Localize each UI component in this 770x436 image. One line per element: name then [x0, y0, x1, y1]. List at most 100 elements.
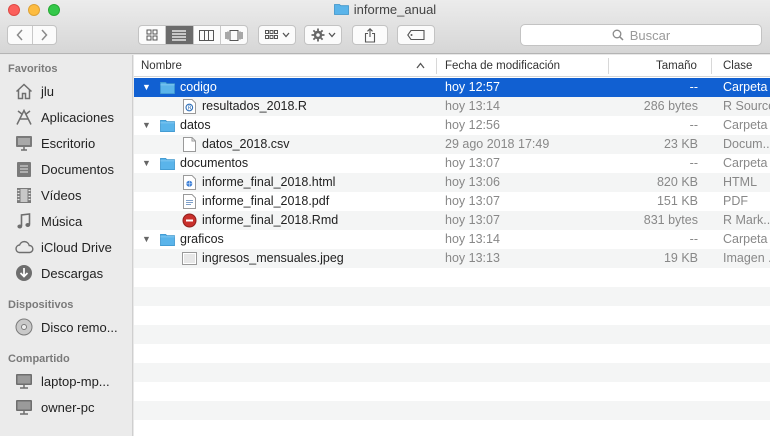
sort-ascending-icon [416, 62, 425, 69]
column-header-name[interactable]: Nombre [141, 55, 182, 77]
list-view-button[interactable] [165, 26, 193, 44]
image-file-icon [182, 249, 198, 268]
sidebar-item-label: Escritorio [41, 135, 96, 151]
tag-icon [407, 30, 425, 40]
arrange-button[interactable] [258, 25, 296, 45]
file-kind: R Source [723, 99, 770, 113]
sidebar-item-movies[interactable]: Vídeos [14, 184, 132, 206]
file-size: 23 KB [663, 137, 698, 151]
file-row[interactable]: informe_final_2018.Rmd hoy 13:07 831 bytes… [134, 211, 770, 230]
disclosure-triangle-icon[interactable]: ▼ [142, 230, 152, 249]
sidebar-item-music[interactable]: Música [14, 210, 132, 232]
file-kind: PDF [723, 194, 748, 208]
column-divider[interactable] [436, 58, 437, 74]
html-file-icon [182, 173, 198, 192]
sidebar-item-owner-pc[interactable]: owner-pc [14, 396, 132, 418]
file-name: ingresos_mensuales.jpeg [202, 251, 344, 265]
share-icon [364, 27, 376, 43]
file-size: -- [689, 80, 698, 94]
forward-button[interactable] [31, 26, 57, 44]
folder-row[interactable]: ▼ documentos hoy 13:07 -- Carpeta [134, 154, 770, 173]
music-icon [14, 212, 34, 230]
file-size: 19 KB [663, 251, 698, 265]
empty-row [134, 268, 770, 287]
file-size: 286 bytes [643, 99, 698, 113]
file-row[interactable]: informe_final_2018.html hoy 13:06 820 KB HT… [134, 173, 770, 192]
file-date: hoy 12:57 [445, 80, 500, 94]
file-date: hoy 13:14 [445, 232, 500, 246]
column-divider[interactable] [711, 58, 712, 74]
sidebar-item-icloud-drive[interactable]: iCloud Drive [14, 236, 132, 258]
sidebar-item-documents[interactable]: Documentos [14, 158, 132, 180]
action-button[interactable] [304, 25, 342, 45]
empty-row [134, 382, 770, 401]
file-row[interactable]: datos_2018.csv 29 ago 2018 17:49 23 KB Docu… [134, 135, 770, 154]
document-file-icon [182, 135, 198, 154]
folder-icon [333, 4, 349, 15]
sidebar-item-desktop[interactable]: Escritorio [14, 132, 132, 154]
documents-icon [14, 160, 34, 178]
sidebar-item-label: Vídeos [41, 187, 82, 203]
sidebar-item-label: Aplicaciones [41, 109, 114, 125]
tags-button[interactable] [397, 25, 435, 45]
file-kind: Carpeta [723, 232, 768, 246]
file-kind: Carpeta [723, 80, 768, 94]
sidebar-section-favorites: Favoritos [8, 63, 58, 75]
file-row[interactable]: Rresultados_2018.R hoy 13:14 286 bytes R So… [134, 97, 770, 116]
column-view-button[interactable] [192, 26, 220, 44]
search-field[interactable]: Buscar [520, 24, 762, 46]
file-kind: Carpeta [723, 118, 768, 132]
folder-row[interactable]: ▼ graficos hoy 13:14 -- Carpeta [134, 230, 770, 249]
disclosure-triangle-icon[interactable]: ▼ [142, 78, 152, 97]
file-list: Nombre Fecha de modificación Tamaño Clas… [134, 55, 770, 436]
column-header-size[interactable]: Tamaño [656, 55, 697, 77]
sidebar-item-laptop[interactable]: laptop-mp... [14, 370, 132, 392]
column-divider[interactable] [608, 58, 609, 74]
sidebar-item-home[interactable]: jlu [14, 80, 132, 102]
share-button[interactable] [352, 25, 388, 45]
file-row[interactable]: informe_final_2018.pdf hoy 13:07 151 KB PDF [134, 192, 770, 211]
search-placeholder: Buscar [629, 27, 671, 43]
gallery-view-button[interactable] [219, 26, 247, 44]
folder-icon [160, 230, 176, 249]
file-name: informe_final_2018.pdf [202, 194, 330, 208]
file-date: hoy 13:06 [445, 175, 500, 189]
file-name: codigo [180, 80, 217, 94]
cover-flow-icon [225, 29, 243, 41]
disclosure-triangle-icon[interactable]: ▼ [142, 116, 152, 135]
sidebar-item-downloads[interactable]: Descargas [14, 262, 132, 284]
chevron-right-icon [41, 29, 48, 41]
movies-icon [14, 186, 34, 204]
chevron-down-icon [328, 32, 335, 38]
folder-icon [160, 116, 176, 135]
file-date: hoy 12:56 [445, 118, 500, 132]
file-row[interactable]: ingresos_mensuales.jpeg hoy 13:13 19 KB Ima… [134, 249, 770, 268]
file-kind: Carpeta [723, 156, 768, 170]
disclosure-triangle-icon[interactable]: ▼ [142, 154, 152, 173]
sidebar-item-applications[interactable]: Aplicaciones [14, 106, 132, 128]
sidebar-item-label: owner-pc [41, 399, 95, 415]
sidebar-item-remote-disc[interactable]: Disco remo... [14, 316, 132, 338]
sidebar: Favoritos jlu Aplicaciones Escritorio Do… [0, 55, 133, 436]
view-mode-buttons [138, 25, 248, 45]
pdf-file-icon [182, 192, 198, 211]
search-icon [612, 29, 624, 41]
chevron-left-icon [16, 29, 23, 41]
file-kind: Docum... [723, 137, 770, 151]
icon-grid-icon [146, 29, 158, 41]
file-kind: HTML [723, 175, 758, 189]
column-header-date[interactable]: Fecha de modificación [445, 55, 560, 77]
svg-text:R: R [188, 105, 192, 111]
column-header-kind[interactable]: Clase [723, 55, 752, 77]
sidebar-section-shared: Compartido [8, 353, 70, 365]
sidebar-item-label: jlu [41, 83, 55, 99]
empty-row [134, 420, 770, 436]
sidebar-item-label: Disco remo... [41, 319, 118, 335]
file-name: graficos [180, 232, 224, 246]
icon-view-button[interactable] [139, 26, 165, 44]
folder-row[interactable]: ▼ datos hoy 12:56 -- Carpeta [134, 116, 770, 135]
back-button[interactable] [8, 26, 32, 44]
file-rows: ▼ codigo hoy 12:57 -- Carpeta Rresultados_201… [134, 78, 770, 436]
folder-row[interactable]: ▼ codigo hoy 12:57 -- Carpeta [134, 78, 770, 97]
file-date: hoy 13:14 [445, 99, 500, 113]
